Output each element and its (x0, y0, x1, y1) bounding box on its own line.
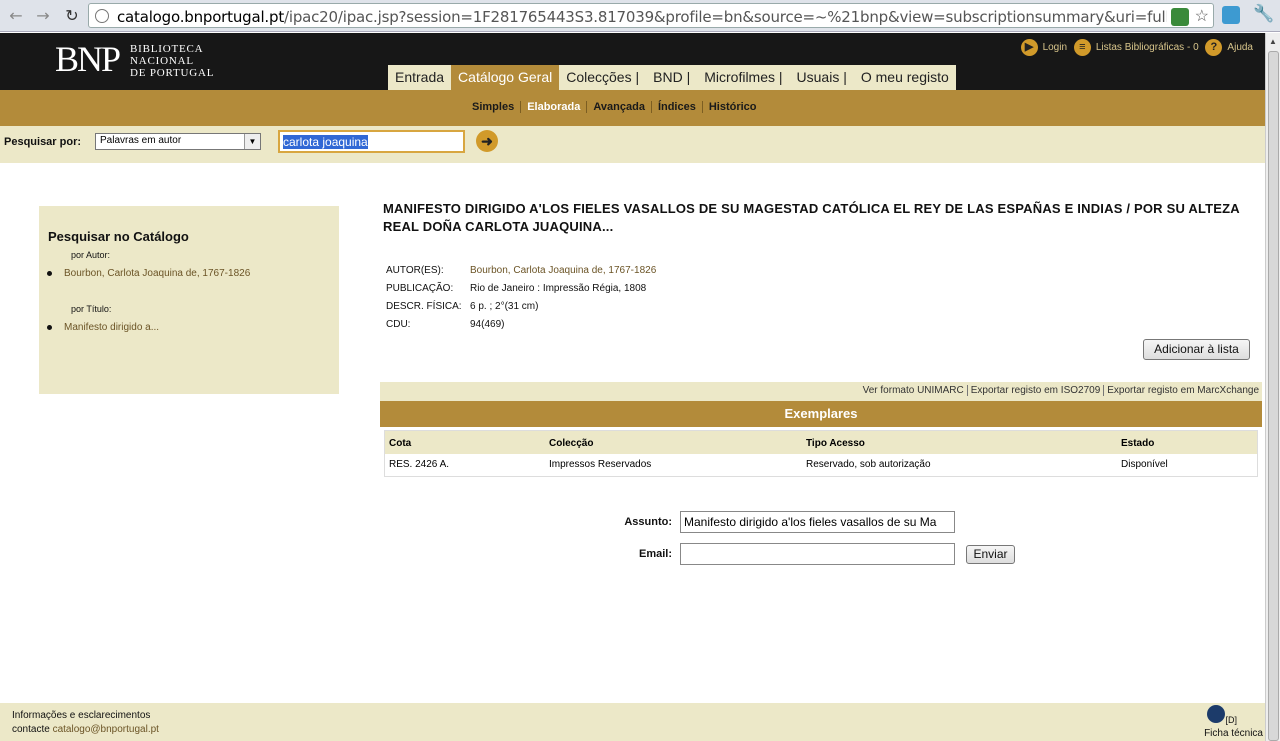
author-link[interactable]: Bourbon, Carlota Joaquina de, 1767-1826 (47, 268, 250, 279)
dd-link[interactable]: [D] (1225, 715, 1237, 725)
marcxchange-link[interactable]: Exportar registo em MarcXchange (1103, 385, 1262, 396)
field-row: PUBLICAÇÃO: Rio de Janeiro : Impressão Ré… (386, 283, 647, 294)
skype-icon[interactable] (1222, 6, 1240, 24)
accessibility-icon[interactable] (1207, 705, 1225, 723)
main-tabs: Entrada Catálogo Geral Colecções | BND |… (388, 65, 956, 90)
bookmark-star-icon[interactable]: ☆ (1195, 6, 1209, 26)
nav-avancada[interactable]: Avançada (587, 101, 652, 113)
tab-usuais[interactable]: Usuais | (790, 65, 854, 90)
ficha-tecnica-link[interactable]: Ficha técnica (1204, 728, 1263, 739)
scroll-up-icon[interactable]: ▲ (1269, 37, 1277, 46)
lists-link[interactable]: Listas Bibliográficas - 0 (1096, 42, 1199, 53)
scrollbar-thumb[interactable] (1268, 51, 1279, 741)
dropdown-arrow-icon[interactable]: ▼ (244, 134, 260, 149)
search-by-label: Pesquisar por: (4, 136, 82, 148)
by-author-label: por Autor: (71, 250, 111, 260)
bullet-icon (47, 324, 52, 330)
login-link[interactable]: Login (1043, 42, 1067, 53)
email-label: Email: (638, 548, 672, 560)
wrench-icon[interactable]: 🔧 (1253, 4, 1274, 24)
forward-icon[interactable]: → (33, 6, 53, 26)
footer-contact: contacte catalogo@bnportugal.pt (12, 724, 159, 735)
back-icon[interactable]: ← (6, 6, 26, 26)
reload-icon[interactable]: ↻ (62, 6, 82, 26)
subject-label: Assunto: (624, 516, 672, 528)
tab-bnd[interactable]: BND | (646, 65, 697, 90)
site-header: BNP BIBLIOTECA NACIONAL DE PORTUGAL ▶ Log… (0, 33, 1265, 90)
contact-email-link[interactable]: catalogo@bnportugal.pt (53, 724, 159, 735)
browser-toolbar: ← → ↻ catalogo.bnportugal.pt/ipac20/ipac… (0, 0, 1280, 32)
record-title: MANIFESTO DIRIGIDO A'LOS FIELES VASALLOS… (383, 201, 1240, 234)
field-row: DESCR. FÍSICA: 6 p. ; 2°(31 cm) (386, 301, 539, 312)
bnp-logo[interactable]: BNP (55, 38, 121, 80)
footer: Informações e esclarecimentos contacte c… (0, 703, 1265, 741)
tab-o-meu-registo[interactable]: O meu registo (854, 65, 956, 90)
search-type-nav: Simples Elaborada Avançada Índices Histó… (0, 90, 1265, 126)
table-row: RES. 2426 A. Impressos Reservados Reserv… (385, 454, 1257, 476)
url-text[interactable]: catalogo.bnportugal.pt/ipac20/ipac.jsp?s… (117, 8, 1167, 26)
tab-microfilmes[interactable]: Microfilmes | (697, 65, 789, 90)
panel-title: Pesquisar no Catálogo (48, 229, 189, 244)
catalog-search-panel: Pesquisar no Catálogo por Autor: Bourbon… (39, 206, 339, 394)
export-links: Ver formato UNIMARC Exportar registo em I… (380, 382, 1262, 401)
tab-catalogo-geral[interactable]: Catálogo Geral (451, 65, 560, 90)
help-link[interactable]: Ajuda (1227, 42, 1253, 53)
logo-text: BIBLIOTECA NACIONAL DE PORTUGAL (130, 43, 215, 79)
field-row: CDU: 94(469) (386, 319, 505, 330)
address-bar[interactable]: catalogo.bnportugal.pt/ipac20/ipac.jsp?s… (88, 3, 1214, 28)
holdings-table: Cota Colecção Tipo Acesso Estado RES. 24… (384, 430, 1258, 477)
send-button[interactable]: Enviar (966, 545, 1015, 564)
add-to-list-button[interactable]: Adicionar à lista (1143, 339, 1250, 360)
field-row: AUTOR(ES): Bourbon, Carlota Joaquina de, … (386, 265, 656, 283)
footer-info: Informações e esclarecimentos (12, 710, 151, 721)
login-icon[interactable]: ▶ (1020, 39, 1038, 56)
nav-elaborada[interactable]: Elaborada (521, 101, 588, 113)
nav-historico[interactable]: Histórico (703, 101, 763, 113)
tab-entrada[interactable]: Entrada (388, 65, 451, 90)
subject-input[interactable]: Manifesto dirigido a'los fieles vasallos… (680, 511, 955, 533)
by-title-label: por Título: (71, 304, 112, 314)
exemplares-heading: Exemplares (380, 401, 1262, 427)
author-value-link[interactable]: Bourbon, Carlota Joaquina de, 1767-1826 (470, 265, 656, 283)
search-field-select[interactable]: Palavras em autor ▼ (95, 133, 261, 150)
search-input[interactable]: carlota joaquina (278, 130, 465, 153)
nav-indices[interactable]: Índices (652, 101, 703, 113)
top-links: ▶ Login ≡ Listas Bibliográficas - 0 ? Ajuda (1020, 39, 1257, 56)
record-fields: AUTOR(ES): Bourbon, Carlota Joaquina de, … (386, 265, 656, 337)
unimarc-link[interactable]: Ver formato UNIMARC (860, 385, 967, 396)
tab-coleccoes[interactable]: Colecções | (559, 65, 646, 90)
iso2709-link[interactable]: Exportar registo em ISO2709 (966, 385, 1104, 396)
page-icon (95, 9, 109, 23)
title-link[interactable]: Manifesto dirigido a... (47, 322, 159, 333)
email-input[interactable] (680, 543, 955, 565)
search-go-icon[interactable]: ➜ (476, 130, 498, 152)
extension-icon[interactable] (1171, 8, 1189, 26)
help-icon[interactable]: ? (1205, 39, 1223, 56)
search-bar: Pesquisar por: Palavras em autor ▼ carlo… (0, 126, 1265, 163)
vertical-scrollbar[interactable]: ▲ (1265, 33, 1280, 741)
list-icon[interactable]: ≡ (1073, 39, 1091, 56)
bullet-icon (47, 270, 52, 276)
table-header: Cota Colecção Tipo Acesso Estado (385, 431, 1257, 454)
nav-simples[interactable]: Simples (466, 101, 522, 113)
page: ← → ↻ catalogo.bnportugal.pt/ipac20/ipac… (0, 0, 1280, 741)
